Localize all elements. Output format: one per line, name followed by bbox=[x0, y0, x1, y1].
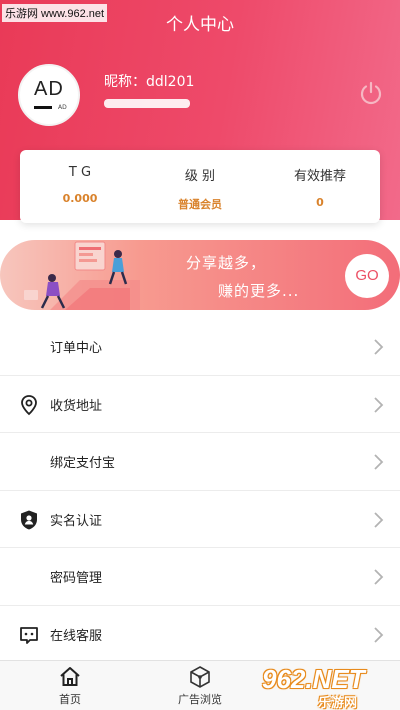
menu-item-orders[interactable]: 订单中心 bbox=[0, 318, 400, 376]
menu-item-label: 订单中心 bbox=[50, 341, 103, 356]
home-icon bbox=[60, 667, 80, 686]
banner-line-2: 赚的更多... bbox=[218, 282, 300, 300]
chevron-right-icon bbox=[374, 454, 384, 470]
power-icon[interactable] bbox=[358, 80, 384, 106]
avatar-logo-bar bbox=[34, 106, 52, 109]
menu-item-support[interactable]: 在线客服 bbox=[0, 606, 400, 663]
chevron-right-icon bbox=[374, 626, 384, 643]
watermark-bottom-right: 962.NET 乐游网 bbox=[262, 664, 398, 710]
location-pin-icon bbox=[21, 394, 37, 415]
menu-item-password[interactable]: 密码管理 bbox=[0, 548, 400, 606]
menu-item-verification[interactable]: 实名认证 bbox=[0, 491, 400, 548]
stat-value: 0.000 bbox=[62, 192, 98, 205]
menu-item-label: 绑定支付宝 bbox=[50, 456, 116, 471]
menu-item-label: 收货地址 bbox=[50, 398, 103, 414]
nav-home[interactable]: 首页 bbox=[35, 665, 105, 707]
chevron-right-icon bbox=[374, 396, 384, 413]
stat-value: 0 bbox=[316, 196, 324, 209]
chat-icon bbox=[20, 626, 38, 644]
menu-list: 订单中心 收货地址 绑定支付宝 实名认证 密码管理 在线客服 bbox=[0, 318, 400, 663]
avatar[interactable]: AD AD bbox=[18, 64, 80, 126]
nav-ads[interactable]: 广告浏览 bbox=[165, 665, 235, 707]
menu-item-alipay[interactable]: 绑定支付宝 bbox=[0, 433, 400, 491]
avatar-logo-small: AD bbox=[58, 104, 67, 111]
menu-item-address[interactable]: 收货地址 bbox=[0, 376, 400, 433]
banner-illustration bbox=[24, 241, 140, 310]
redacted-account-id bbox=[104, 99, 190, 108]
menu-item-label: 实名认证 bbox=[50, 513, 103, 529]
shield-user-icon bbox=[21, 510, 37, 529]
watermark-brand: 962.NET bbox=[262, 664, 365, 694]
stat-level: 级 别 普通会员 bbox=[140, 150, 260, 223]
stat-tg: T G 0.000 bbox=[20, 150, 140, 223]
watermark-brand-sub: 乐游网 bbox=[318, 696, 358, 710]
share-banner[interactable]: 分享越多， 赚的更多... GO bbox=[0, 240, 400, 310]
stat-value: 普通会员 bbox=[178, 198, 222, 211]
stat-referrals: 有效推荐 0 bbox=[260, 150, 380, 223]
chevron-right-icon bbox=[374, 511, 384, 528]
nav-label: 广告浏览 bbox=[178, 693, 222, 706]
watermark-top-left: 乐游网 www.962.net bbox=[2, 4, 108, 22]
nickname: 昵称：ddl201 bbox=[104, 74, 195, 90]
stat-label: 级 别 bbox=[184, 169, 216, 184]
menu-item-label: 密码管理 bbox=[50, 571, 103, 586]
go-button[interactable]: GO bbox=[345, 254, 389, 298]
chevron-right-icon bbox=[374, 569, 384, 585]
menu-item-label: 在线客服 bbox=[50, 628, 103, 644]
chevron-right-icon bbox=[374, 339, 384, 355]
stat-label: T G bbox=[68, 165, 92, 180]
nav-label: 首页 bbox=[59, 693, 81, 706]
stat-label: 有效推荐 bbox=[293, 169, 346, 184]
avatar-logo-text: AD bbox=[34, 78, 64, 100]
banner-line-1: 分享越多， bbox=[186, 254, 267, 272]
stats-card: T G 0.000 级 别 普通会员 有效推荐 0 bbox=[20, 150, 380, 223]
cube-icon bbox=[190, 666, 210, 688]
